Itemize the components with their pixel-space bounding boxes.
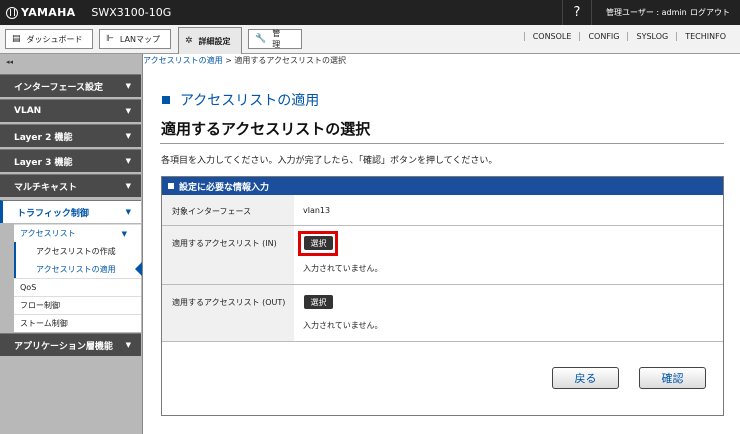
model-name: SWX3100-10G: [91, 6, 172, 19]
tab-lanmap-label: LANマップ: [119, 34, 160, 44]
chevron-down-icon: ▼: [125, 157, 131, 165]
syslog-link[interactable]: SYSLOG: [627, 32, 676, 41]
sidebar-subitem-acl[interactable]: アクセスリスト ▼: [14, 224, 141, 242]
chevron-down-icon: ▼: [125, 208, 131, 216]
tab-lanmap[interactable]: ⊩ LANマップ: [99, 29, 171, 49]
sidebar-item-label: アプリケーション層機能: [14, 341, 113, 352]
config-link[interactable]: CONFIG: [579, 32, 627, 41]
tab-advanced-label: 詳細設定: [198, 36, 231, 46]
wrench-icon: 🔧: [255, 34, 267, 44]
sidebar-item-label: Layer 2 機能: [14, 132, 73, 143]
sidebar-subitem-label: ストーム制御: [20, 319, 68, 328]
square-bullet-icon: [162, 96, 170, 104]
dashboard-icon: ▤: [12, 34, 21, 44]
acl-in-label: 適用するアクセスリスト (IN): [162, 226, 294, 284]
form-row-interface: 対象インターフェース vlan13: [162, 195, 723, 226]
form-row-acl-out: 適用するアクセスリスト (OUT) 選択 入力されていません。: [162, 285, 723, 342]
acl-out-label: 適用するアクセスリスト (OUT): [162, 285, 294, 341]
collapse-sidebar-icon[interactable]: ◂◂: [6, 58, 13, 66]
sidebar-subitem-label: アクセスリスト: [20, 229, 76, 238]
input-form-panel: 設定に必要な情報入力 対象インターフェース vlan13 適用するアクセスリスト…: [161, 176, 724, 416]
sidebar-subitem-label: アクセスリストの適用: [36, 264, 116, 274]
console-link[interactable]: CONSOLE: [523, 32, 580, 41]
sidebar-item-label: トラフィック制御: [17, 208, 89, 219]
section-title: アクセスリストの適用: [162, 90, 319, 110]
sidebar-item-layer3[interactable]: Layer 3 機能 ▼: [0, 149, 141, 172]
sidebar-subitem-label: QoS: [20, 283, 37, 292]
interface-label: 対象インターフェース: [162, 195, 294, 225]
chevron-down-icon: ▼: [121, 229, 127, 238]
square-bullet-icon: [168, 183, 174, 189]
sidebar-subitem-storm-control[interactable]: ストーム制御: [14, 314, 141, 332]
confirm-button[interactable]: 確認: [639, 367, 706, 389]
brand-name: YAMAHA: [21, 6, 76, 19]
sidebar-subitem-acl-apply[interactable]: アクセスリストの適用: [14, 260, 142, 278]
logout-link[interactable]: ログアウト: [690, 7, 730, 18]
sidebar: ◂◂ インターフェース設定 ▼ VLAN ▼ Layer 2 機能 ▼ Laye…: [0, 54, 143, 434]
help-button[interactable]: ?: [562, 0, 592, 25]
sidebar-subitem-acl-create[interactable]: アクセスリストの作成: [14, 242, 141, 260]
sidebar-item-traffic-control[interactable]: トラフィック制御 ▼: [0, 200, 141, 223]
chevron-down-icon: ▼: [125, 182, 131, 190]
tab-dashboard-label: ダッシュボード: [26, 34, 83, 44]
sidebar-item-label: インターフェース設定: [14, 82, 104, 93]
tab-management-label: 管 理: [272, 29, 289, 49]
utility-links: CONSOLE CONFIG SYSLOG TECHINFO: [523, 32, 734, 41]
yamaha-logo-icon: [6, 6, 18, 19]
breadcrumb-link-acl-apply[interactable]: アクセスリストの適用: [143, 56, 223, 65]
yamaha-logo: YAMAHA: [6, 6, 75, 19]
chevron-down-icon: ▼: [125, 107, 131, 115]
chevron-down-icon: ▼: [125, 82, 131, 90]
breadcrumb-current: 適用するアクセスリストの選択: [234, 56, 347, 65]
form-row-acl-in: 適用するアクセスリスト (IN) 選択 入力されていません。: [162, 226, 723, 285]
sidebar-item-label: マルチキャスト: [14, 182, 78, 193]
chevron-down-icon: ▼: [125, 132, 131, 140]
breadcrumb-separator: >: [222, 56, 235, 65]
sidebar-item-vlan[interactable]: VLAN ▼: [0, 99, 141, 122]
panel-header: 設定に必要な情報入力: [162, 177, 723, 195]
acl-in-status: 入力されていません。: [303, 264, 383, 273]
sidebar-item-layer2[interactable]: Layer 2 機能 ▼: [0, 124, 141, 147]
current-page-indicator: [135, 262, 142, 276]
sidebar-item-application-layer[interactable]: アプリケーション層機能 ▼: [0, 333, 141, 356]
sidebar-item-interface-settings[interactable]: インターフェース設定 ▼: [0, 74, 141, 97]
sidebar-item-multicast[interactable]: マルチキャスト ▼: [0, 174, 141, 197]
tab-management[interactable]: 🔧 管 理: [248, 29, 302, 49]
panel-header-text: 設定に必要な情報入力: [179, 182, 270, 193]
interface-value: vlan13: [303, 206, 331, 215]
acl-out-status: 入力されていません。: [303, 321, 383, 330]
tab-bar: ▤ ダッシュボード ⊩ LANマップ ✲ 詳細設定 🔧 管 理 CONSOLE …: [0, 25, 740, 54]
sidebar-subitem-label: アクセスリストの作成: [36, 246, 116, 256]
techinfo-link[interactable]: TECHINFO: [676, 32, 734, 41]
breadcrumb: アクセスリストの適用 > 適用するアクセスリストの選択: [143, 55, 346, 66]
tab-advanced-settings[interactable]: ✲ 詳細設定: [178, 27, 242, 54]
section-title-text: アクセスリストの適用: [180, 93, 320, 109]
sidebar-subitem-qos[interactable]: QoS: [14, 278, 141, 296]
page-title: 適用するアクセスリストの選択: [161, 120, 371, 138]
acl-out-select-button[interactable]: 選択: [304, 295, 333, 309]
gear-icon: ✲: [185, 36, 193, 46]
lanmap-icon: ⊩: [106, 34, 114, 44]
sidebar-subitem-label: フロー制御: [20, 301, 60, 310]
user-label: 管理ユーザー : admin: [606, 8, 687, 17]
sidebar-subitem-flow-control[interactable]: フロー制御: [14, 296, 141, 314]
back-button[interactable]: 戻る: [552, 367, 619, 389]
acl-in-select-button[interactable]: 選択: [304, 236, 333, 250]
sidebar-item-label: Layer 3 機能: [14, 157, 73, 168]
tab-dashboard[interactable]: ▤ ダッシュボード: [5, 29, 93, 49]
sidebar-item-label: VLAN: [14, 106, 42, 116]
instruction-text: 各項目を入力してください。入力が完了したら、「確認」ボタンを押してください。: [161, 156, 498, 166]
chevron-down-icon: ▼: [125, 341, 131, 349]
title-divider: [160, 143, 724, 144]
top-bar: YAMAHA SWX3100-10G ? 管理ユーザー : admin ログアウ…: [0, 0, 740, 25]
